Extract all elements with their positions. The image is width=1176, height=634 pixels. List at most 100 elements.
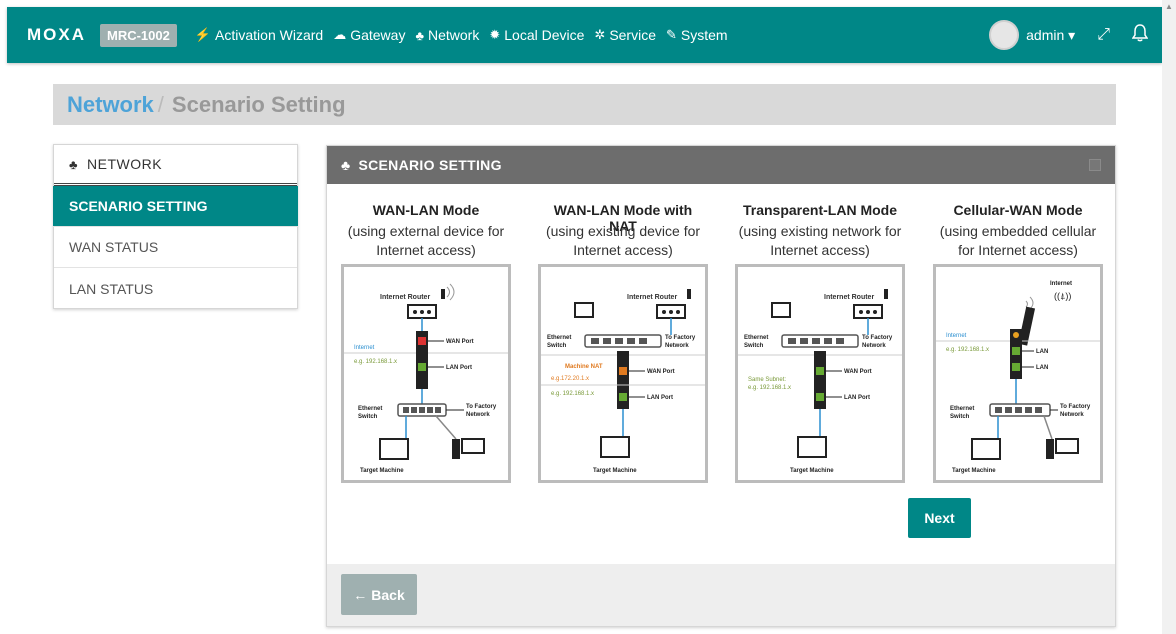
- switch-port: [800, 338, 808, 344]
- mode-subtitle-line2: for Internet access): [958, 242, 1078, 258]
- target-machine-icon: [971, 438, 1001, 460]
- back-label: Back: [371, 586, 405, 603]
- switch-port: [788, 338, 796, 344]
- lan-port-led: [1012, 363, 1020, 371]
- mode-subtitle: (using existing device for Internet acce…: [538, 222, 708, 264]
- router-led: [866, 310, 870, 314]
- label-internet-router: Internet Router: [380, 294, 430, 301]
- sidebar-item-scenario-setting[interactable]: SCENARIO SETTING: [53, 186, 298, 227]
- router-led: [669, 310, 673, 314]
- scenario-panel: ♣ SCENARIO SETTING WAN-LAN Mode (using e…: [326, 145, 1116, 627]
- mode-title: WAN-LAN Mode: [372, 202, 480, 218]
- switch-port: [824, 338, 832, 344]
- nav-label: System: [680, 27, 728, 43]
- nav-gateway[interactable]: ☁ Gateway: [333, 27, 405, 43]
- router-led: [662, 310, 666, 314]
- diagram-wan-lan[interactable]: Internet Router Internet e.g. 192.168.1.…: [341, 264, 511, 483]
- label-target-machine: Target Machine: [790, 468, 834, 474]
- switch-port: [1035, 407, 1042, 413]
- label-lan-port: LAN Port: [647, 395, 673, 401]
- label-target-machine: Target Machine: [360, 468, 404, 474]
- switch-port: [427, 407, 433, 413]
- switch-port: [411, 407, 417, 413]
- nav-system[interactable]: ✎ System: [666, 27, 728, 43]
- label-ethernet: Ethernet: [547, 335, 571, 341]
- lan-port-led: [418, 363, 426, 371]
- breadcrumb-network[interactable]: Network: [67, 92, 154, 118]
- label-lan-port: LAN Port: [844, 395, 870, 401]
- back-button[interactable]: ← Back: [341, 574, 417, 615]
- avatar[interactable]: [989, 20, 1020, 50]
- mode-subtitle: (using embedded cellular for Internet ac…: [933, 222, 1103, 264]
- mode-transparent-lan: Transparent-LAN Mode (using existing net…: [735, 202, 905, 483]
- sidebar: ♣ NETWORK SCENARIO SETTING WAN STATUS LA…: [53, 144, 298, 309]
- label-subnet: e.g. 192.168.1.x: [354, 359, 397, 365]
- router-led: [413, 310, 417, 314]
- nav-local-device[interactable]: ✹ Local Device: [489, 27, 584, 43]
- gears-icon: ✲: [594, 27, 606, 42]
- label-network: Network: [466, 412, 490, 418]
- wan-port-led: [619, 367, 627, 375]
- switch-port: [1005, 407, 1012, 413]
- nav-label: Network: [427, 27, 480, 43]
- mode-title: WAN-LAN Mode with NAT: [553, 202, 693, 234]
- breadcrumb-separator: /: [157, 91, 164, 117]
- switch-port: [627, 338, 635, 344]
- diagram-cellular-wan[interactable]: Internet ((⍋)) Internet e.g. 192.168.1.x…: [933, 264, 1103, 483]
- breadcrumb: Network / Scenario Setting: [53, 84, 1116, 125]
- switch-port: [1015, 407, 1022, 413]
- arrow-left-icon: ←: [353, 586, 368, 603]
- label-switch: Switch: [358, 414, 378, 420]
- nav-service[interactable]: ✲ Service: [594, 27, 656, 43]
- mode-subtitle-line1: (using embedded cellular: [939, 223, 1097, 239]
- label-internet-router: Internet Router: [627, 294, 677, 301]
- collapse-icon[interactable]: [1089, 159, 1101, 171]
- wan-lan-diagram-svg: Internet Router Internet e.g. 192.168.1.…: [344, 283, 508, 474]
- router-led: [420, 310, 424, 314]
- cloud-icon: ☁: [333, 27, 347, 42]
- label-switch: Switch: [547, 343, 567, 349]
- transparent-lan-diagram-svg: Internet Router Ethernet Switch To Facto…: [738, 289, 902, 474]
- label-to-factory: To Factory: [1060, 404, 1091, 410]
- label-to-factory: To Factory: [466, 404, 497, 410]
- switch-port: [995, 407, 1002, 413]
- scroll-up-icon[interactable]: ▲: [1162, 2, 1176, 11]
- label-subnet: e.g. 192.168.1.x: [946, 347, 989, 353]
- label-wan-port: WAN Port: [647, 369, 675, 375]
- switch-port: [836, 338, 844, 344]
- switch-port: [639, 338, 647, 344]
- sidebar-title: NETWORK: [87, 156, 163, 172]
- wan-port-led: [418, 337, 426, 345]
- switch-port: [1025, 407, 1032, 413]
- router-led: [676, 310, 680, 314]
- sidebar-item-lan-status[interactable]: LAN STATUS: [54, 268, 297, 309]
- nav-activation-wizard[interactable]: ⚡ Activation Wizard: [195, 27, 323, 43]
- username: admin: [1026, 26, 1065, 43]
- wrench-icon: ✎: [666, 27, 677, 42]
- page-scrollbar[interactable]: ▲: [1162, 0, 1176, 634]
- caret-down-icon: ▾: [1068, 26, 1076, 43]
- label-nat-subnet: e.g.172.20.1.x: [551, 376, 589, 382]
- label-subnet: e.g. 192.168.1.x: [748, 385, 791, 391]
- bell-icon[interactable]: [1131, 23, 1149, 47]
- fullscreen-icon[interactable]: ⤢: [1097, 26, 1110, 44]
- cell-tower-icon: ((⍋)): [1054, 291, 1071, 301]
- diagram-wan-lan-nat[interactable]: Internet Router Ethernet Switch To Facto…: [538, 264, 708, 483]
- sitemap-icon: ♣: [415, 27, 424, 43]
- user-menu[interactable]: admin ▾: [1026, 27, 1075, 44]
- nav-network[interactable]: ♣ Network: [415, 27, 479, 43]
- diagram-transparent-lan[interactable]: Internet Router Ethernet Switch To Facto…: [735, 264, 905, 483]
- label-internet: Internet: [1050, 281, 1072, 287]
- mode-subtitle-line2: Internet access): [573, 242, 673, 258]
- mode-subtitle: (using external device for Internet acce…: [341, 222, 511, 264]
- label-same-subnet: Same Subnet:: [748, 377, 786, 383]
- antenna: [441, 289, 445, 299]
- panel-title: SCENARIO SETTING: [358, 157, 502, 173]
- moxa-logo[interactable]: MOXA: [27, 25, 86, 45]
- next-button[interactable]: Next: [908, 498, 971, 538]
- user-area: admin ▾ ⤢: [989, 20, 1149, 50]
- mode-subtitle: (using existing network for Internet acc…: [735, 222, 905, 264]
- switch-port: [591, 338, 599, 344]
- sidebar-item-wan-status[interactable]: WAN STATUS: [54, 227, 297, 268]
- antenna: [687, 289, 691, 299]
